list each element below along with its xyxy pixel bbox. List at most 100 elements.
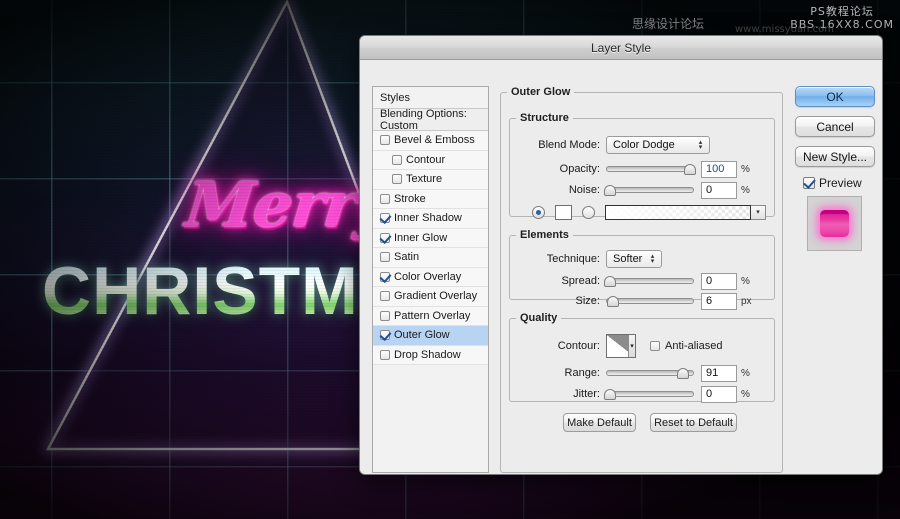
spread-slider[interactable] (603, 274, 694, 288)
noise-slider[interactable] (603, 183, 694, 197)
spread-slider-track (606, 278, 694, 284)
noise-label: Noise: (568, 184, 600, 196)
opacity-unit: % (741, 163, 750, 175)
noise-unit: % (741, 184, 750, 196)
range-label: Range: (564, 367, 600, 379)
range-input[interactable]: 91 (701, 364, 737, 382)
preview-swatch (820, 210, 849, 237)
style-checkbox[interactable] (380, 291, 390, 302)
style-row-label: Bevel & Emboss (394, 134, 475, 147)
make-default-button[interactable]: Make Default (563, 413, 636, 432)
elements-group-title: Elements (520, 229, 569, 241)
new-style-button-label: New Style... (802, 149, 868, 164)
size-slider[interactable] (606, 294, 694, 308)
ok-button[interactable]: OK (795, 86, 875, 107)
size-value: 6 (706, 295, 713, 307)
jitter-input[interactable]: 0 (701, 385, 737, 403)
glow-fill-gradient-radio[interactable] (582, 205, 595, 219)
opacity-slider-thumb[interactable] (684, 164, 697, 175)
style-checkbox[interactable] (392, 174, 402, 185)
style-row-label: Drop Shadow (394, 348, 461, 361)
styles-header-label: Styles (380, 91, 410, 104)
style-row-drop-shadow[interactable]: Drop Shadow (373, 345, 488, 365)
style-row-label: Outer Glow (394, 329, 450, 342)
layer-style-dialog: Layer Style Styles Blending Options: Cus… (359, 35, 883, 475)
style-checkbox[interactable] (380, 135, 390, 146)
preview-toggle[interactable]: Preview (803, 176, 875, 190)
style-row-bevel-emboss[interactable]: Bevel & Emboss (373, 131, 488, 151)
glow-color-swatch[interactable] (555, 204, 572, 220)
style-checkbox[interactable] (380, 193, 390, 204)
jitter-slider-track (606, 391, 694, 397)
style-effect-rows: Bevel & Emboss Contour Texture Stroke Inner … (373, 131, 488, 365)
style-row-stroke[interactable]: Stroke (373, 189, 488, 209)
style-preview-thumbnail (807, 196, 862, 251)
chevron-updown-icon: ▴ ▾ (698, 139, 703, 151)
style-row-label: Gradient Overlay (394, 290, 478, 303)
glow-gradient-swatch[interactable] (605, 204, 751, 220)
reset-to-default-button[interactable]: Reset to Default (650, 413, 737, 432)
spread-slider-thumb[interactable] (603, 276, 616, 287)
spread-input[interactable]: 0 (701, 272, 737, 290)
style-checkbox[interactable] (380, 330, 390, 341)
dialog-titlebar[interactable]: Layer Style (360, 36, 882, 60)
opacity-input[interactable]: 100 (701, 160, 737, 178)
cancel-button-label: Cancel (816, 119, 854, 134)
blend-mode-select[interactable]: Color Dodge ▴ ▾ (606, 136, 710, 154)
new-style-button[interactable]: New Style... (795, 146, 875, 167)
structure-group-title: Structure (520, 112, 569, 124)
structure-group: Structure Blend Mode: Color Dodge ▴ ▾ Opa… (509, 112, 775, 220)
make-default-label: Make Default (567, 416, 632, 429)
jitter-slider-thumb[interactable] (603, 389, 616, 400)
size-label: Size: (575, 295, 600, 307)
style-checkbox[interactable] (380, 232, 390, 243)
size-slider-thumb[interactable] (606, 296, 619, 307)
noise-slider-thumb[interactable] (603, 185, 616, 196)
blending-options-row[interactable]: Blending Options: Custom (373, 108, 488, 132)
cancel-button[interactable]: Cancel (795, 116, 875, 137)
style-row-pattern-overlay[interactable]: Pattern Overlay (373, 306, 488, 326)
chevron-down-icon[interactable]: ▾ (628, 335, 635, 357)
noise-slider-track (606, 187, 694, 193)
jitter-label: Jitter: (573, 388, 600, 400)
anti-aliased-checkbox[interactable] (650, 341, 660, 351)
style-checkbox[interactable] (380, 213, 390, 224)
jitter-value: 0 (706, 388, 713, 400)
style-row-outer-glow[interactable]: Outer Glow (373, 326, 488, 346)
size-unit: px (741, 295, 752, 307)
opacity-slider-track (606, 166, 694, 172)
technique-label: Technique: (546, 253, 600, 265)
quality-group-title: Quality (520, 312, 558, 324)
style-checkbox[interactable] (380, 271, 390, 282)
style-checkbox[interactable] (380, 252, 390, 263)
style-row-color-overlay[interactable]: Color Overlay (373, 267, 488, 287)
style-row-gradient-overlay[interactable]: Gradient Overlay (373, 287, 488, 307)
style-row-label: Pattern Overlay (394, 309, 471, 322)
technique-select[interactable]: Softer ▴ ▾ (606, 250, 662, 268)
style-checkbox[interactable] (392, 154, 402, 165)
style-checkbox[interactable] (380, 349, 390, 360)
style-checkbox[interactable] (380, 310, 390, 321)
style-row-contour[interactable]: Contour (373, 150, 488, 170)
jitter-slider[interactable] (603, 387, 694, 401)
styles-header[interactable]: Styles (373, 87, 488, 109)
noise-value: 0 (706, 184, 713, 196)
chevron-down-icon[interactable]: ▾ (751, 204, 766, 220)
opacity-label: Opacity: (559, 163, 600, 175)
size-input[interactable]: 6 (701, 292, 737, 310)
style-row-label: Contour (406, 153, 446, 166)
opacity-value: 100 (706, 163, 725, 175)
range-slider-thumb[interactable] (677, 368, 690, 379)
style-row-inner-shadow[interactable]: Inner Shadow (373, 209, 488, 229)
noise-input[interactable]: 0 (701, 181, 737, 199)
style-row-texture[interactable]: Texture (373, 170, 488, 190)
preview-checkbox[interactable] (803, 177, 815, 189)
glow-fill-color-radio[interactable] (532, 205, 545, 219)
spread-label: Spread: (561, 275, 600, 287)
style-row-satin[interactable]: Satin (373, 248, 488, 268)
style-row-inner-glow[interactable]: Inner Glow (373, 228, 488, 248)
outer-glow-group: Outer Glow Structure Blend Mode: Color D… (500, 86, 783, 473)
range-slider[interactable] (606, 366, 694, 380)
contour-preset-swatch[interactable]: ▾ (606, 334, 636, 358)
opacity-slider[interactable] (606, 162, 697, 176)
